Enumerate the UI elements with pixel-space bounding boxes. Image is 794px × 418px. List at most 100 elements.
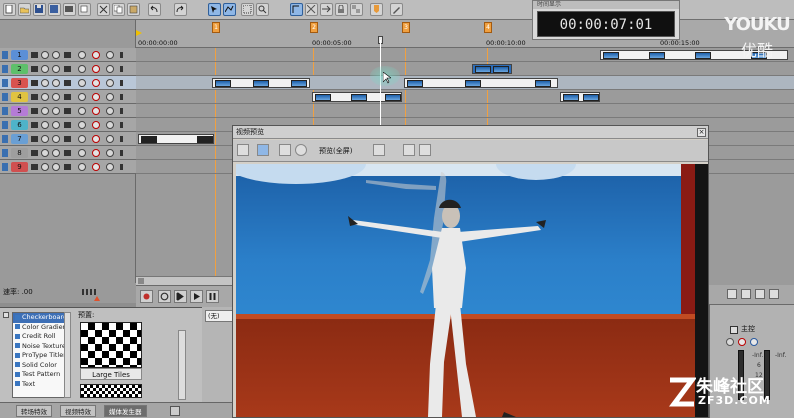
track-composite-mode-icon[interactable]	[64, 122, 71, 128]
track-expand-icon[interactable]	[2, 79, 8, 87]
refresh-icon[interactable]	[170, 406, 180, 416]
preview-mode-icon[interactable]	[279, 144, 291, 156]
properties-icon[interactable]	[78, 3, 91, 16]
mixer-button-icon[interactable]	[741, 289, 751, 299]
track-fx-icon[interactable]	[41, 149, 49, 157]
track-header[interactable]: 7	[0, 132, 136, 146]
timeline-horizontal-scrollbar[interactable]	[136, 276, 232, 285]
track-header[interactable]: 1	[0, 48, 136, 62]
overlays-icon[interactable]	[373, 144, 385, 156]
track-bypass-icon[interactable]	[78, 79, 86, 87]
preview-quality-select[interactable]: 预览(全屏)	[319, 145, 352, 157]
paste-icon[interactable]	[127, 3, 140, 16]
track-level-icon[interactable]	[120, 94, 123, 100]
scroll-left-icon[interactable]	[138, 278, 144, 284]
video-clip[interactable]	[312, 92, 402, 102]
rate-slider-thumb[interactable]	[94, 296, 100, 301]
lock-envelope-icon[interactable]	[335, 3, 348, 16]
play-from-start-icon[interactable]	[174, 290, 187, 303]
track-level-icon[interactable]	[120, 164, 123, 170]
rate-slider-icon[interactable]	[82, 289, 96, 295]
generator-list[interactable]: Checkerboard Color Gradient Credit Roll …	[12, 312, 70, 398]
track-composite-icon[interactable]	[52, 135, 60, 143]
track-header[interactable]: 8	[0, 146, 136, 160]
track-expand-icon[interactable]	[2, 93, 8, 101]
track-expand-icon[interactable]	[2, 65, 8, 73]
loop-start-icon[interactable]	[136, 30, 142, 36]
fx-icon[interactable]	[750, 338, 758, 346]
track-composite-icon[interactable]	[52, 149, 60, 157]
track-mute-icon[interactable]	[92, 163, 100, 171]
track-level-icon[interactable]	[120, 80, 123, 86]
ripple-edit-icon[interactable]	[320, 3, 333, 16]
track-mute-icon[interactable]	[92, 121, 100, 129]
track-bypass-icon[interactable]	[78, 93, 86, 101]
track-bypass-icon[interactable]	[78, 51, 86, 59]
track-solo-icon[interactable]	[106, 149, 114, 157]
track-composite-icon[interactable]	[52, 107, 60, 115]
track-composite-mode-icon[interactable]	[64, 94, 71, 100]
track-motion-icon[interactable]	[31, 80, 38, 86]
generator-item[interactable]: ProType Titler	[13, 351, 69, 361]
video-clip[interactable]	[212, 78, 310, 88]
timeline-marker[interactable]: 3	[402, 22, 410, 33]
new-icon[interactable]	[3, 3, 16, 16]
track-composite-icon[interactable]	[52, 163, 60, 171]
mixer-button-icon[interactable]	[727, 289, 737, 299]
track-bypass-icon[interactable]	[78, 149, 86, 157]
redo-icon[interactable]	[174, 3, 187, 16]
generator-item[interactable]: Noise Texture	[13, 342, 69, 352]
track-composite-icon[interactable]	[52, 79, 60, 87]
tab-media-generators[interactable]: 媒体发生器	[104, 405, 147, 417]
generator-item[interactable]: Color Gradient	[13, 323, 69, 333]
track-header[interactable]: 5	[0, 104, 136, 118]
track-lane[interactable]	[136, 90, 794, 104]
track-lane[interactable]	[136, 76, 794, 90]
track-number[interactable]: 5	[11, 106, 28, 116]
presets-scrollbar[interactable]	[178, 330, 186, 400]
track-composite-mode-icon[interactable]	[64, 80, 71, 86]
video-clip[interactable]	[404, 78, 558, 88]
normal-edit-tool-icon[interactable]	[208, 3, 221, 16]
video-clip[interactable]	[560, 92, 600, 102]
preset-thumbnail-small[interactable]	[80, 384, 142, 398]
mixer-button-icon[interactable]	[755, 289, 765, 299]
envelope-edit-tool-icon[interactable]	[223, 3, 236, 16]
mixer-button-icon[interactable]	[769, 289, 779, 299]
track-number[interactable]: 1	[11, 50, 28, 60]
track-expand-icon[interactable]	[2, 149, 8, 157]
copy-snapshot-icon[interactable]	[403, 144, 415, 156]
open-icon[interactable]	[18, 3, 31, 16]
track-number[interactable]: 8	[11, 148, 28, 158]
track-header[interactable]: 3	[0, 76, 136, 90]
auto-crossfade-icon[interactable]	[305, 3, 318, 16]
generator-item[interactable]: Solid Color	[13, 361, 69, 371]
video-clip[interactable]	[138, 134, 214, 144]
effect-select[interactable]: (无)	[205, 310, 233, 322]
video-clip[interactable]	[472, 64, 512, 74]
track-motion-icon[interactable]	[31, 108, 38, 114]
track-header[interactable]: 4	[0, 90, 136, 104]
tool-icon[interactable]	[390, 3, 403, 16]
track-composite-icon[interactable]	[52, 93, 60, 101]
track-number[interactable]: 4	[11, 92, 28, 102]
track-composite-mode-icon[interactable]	[64, 66, 71, 72]
close-icon[interactable]: ×	[697, 128, 706, 137]
generator-item[interactable]: Credit Roll	[13, 332, 69, 342]
track-bypass-icon[interactable]	[78, 121, 86, 129]
cut-icon[interactable]	[97, 3, 110, 16]
rate-control[interactable]: 速率: .00	[0, 283, 136, 303]
track-level-icon[interactable]	[120, 136, 123, 142]
tab-video-fx[interactable]: 视频特效	[60, 405, 96, 417]
pause-icon[interactable]	[206, 290, 219, 303]
track-solo-icon[interactable]	[106, 51, 114, 59]
track-solo-icon[interactable]	[106, 107, 114, 115]
track-composite-icon[interactable]	[52, 65, 60, 73]
track-mute-icon[interactable]	[92, 65, 100, 73]
track-composite-mode-icon[interactable]	[64, 164, 71, 170]
track-expand-icon[interactable]	[2, 163, 8, 171]
track-header[interactable]: 2	[0, 62, 136, 76]
track-number[interactable]: 2	[11, 64, 28, 74]
track-solo-icon[interactable]	[106, 121, 114, 129]
track-mute-icon[interactable]	[92, 79, 100, 87]
